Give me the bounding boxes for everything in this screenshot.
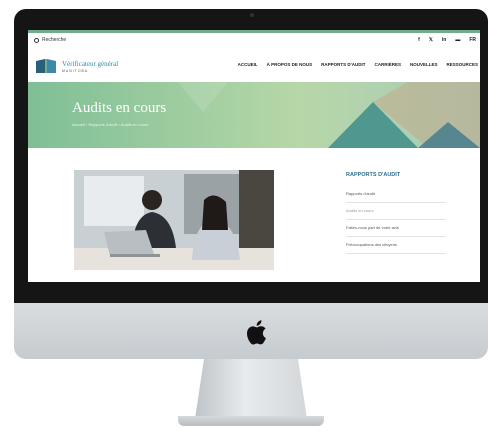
brand-subtitle: MANITOBA [62,69,89,73]
menu-item-resources[interactable]: RESSOURCES [446,62,478,67]
brand-title[interactable]: Vérificateur général [62,60,118,68]
menu-item-about[interactable]: À PROPOS DE NOUS [267,62,313,67]
sidebar-item-current-audits[interactable]: Audits en cours [346,203,446,220]
hero-banner: Audits en cours Accueil › Rapports d'aud… [28,82,480,148]
website-screen: Recherche f 𝕏 in ▬ FR Vérificateur génér… [28,30,480,282]
search-link[interactable]: Recherche [34,37,66,43]
main-content: RAPPORTS D'AUDIT Rapports d'audit Audits… [28,148,480,282]
menu-item-news[interactable]: NOUVELLES [410,62,438,67]
x-icon[interactable]: 𝕏 [429,37,433,43]
menu-item-careers[interactable]: CARRIÈRES [374,62,401,67]
apple-logo-icon [247,320,266,345]
sidebar-item-feedback[interactable]: Faites-nous part de votre avis [346,220,446,237]
main-navbar: Vérificateur général MANITOBA ACCUEIL À … [28,50,480,82]
sidebar-heading: RAPPORTS D'AUDIT [346,172,401,178]
page-title: Audits en cours [72,100,167,116]
people-at-laptop-image [74,170,274,270]
sidebar-item-audit-reports[interactable]: Rapports d'audit [346,186,446,203]
main-menu: ACCUEIL À PROPOS DE NOUS RAPPORTS D'AUDI… [238,62,478,67]
top-bar: Recherche f 𝕏 in ▬ FR [28,30,480,50]
breadcrumb[interactable]: Accueil › Rapports d'audit › Audits en c… [72,122,148,127]
menu-item-accueil[interactable]: ACCUEIL [238,62,258,67]
search-icon [34,37,39,43]
linkedin-icon[interactable]: in [442,37,446,43]
email-icon[interactable]: ▬ [455,37,460,43]
camera-dot [250,13,254,17]
imac-device: Recherche f 𝕏 in ▬ FR Vérificateur génér… [0,0,492,435]
monitor-stand [195,359,307,419]
search-label: Recherche [42,37,67,43]
social-links: f 𝕏 in ▬ FR [418,37,476,43]
office-photo [74,170,274,270]
book-logo-icon[interactable] [35,58,57,74]
language-switch[interactable]: FR [469,37,476,43]
stand-base [178,416,324,426]
menu-item-audit-reports[interactable]: RAPPORTS D'AUDIT [321,62,365,67]
sidebar: RAPPORTS D'AUDIT Rapports d'audit Audits… [346,172,446,254]
facebook-icon[interactable]: f [418,37,420,43]
sidebar-item-citizen-concerns[interactable]: Préoccupations des citoyens [346,237,446,254]
